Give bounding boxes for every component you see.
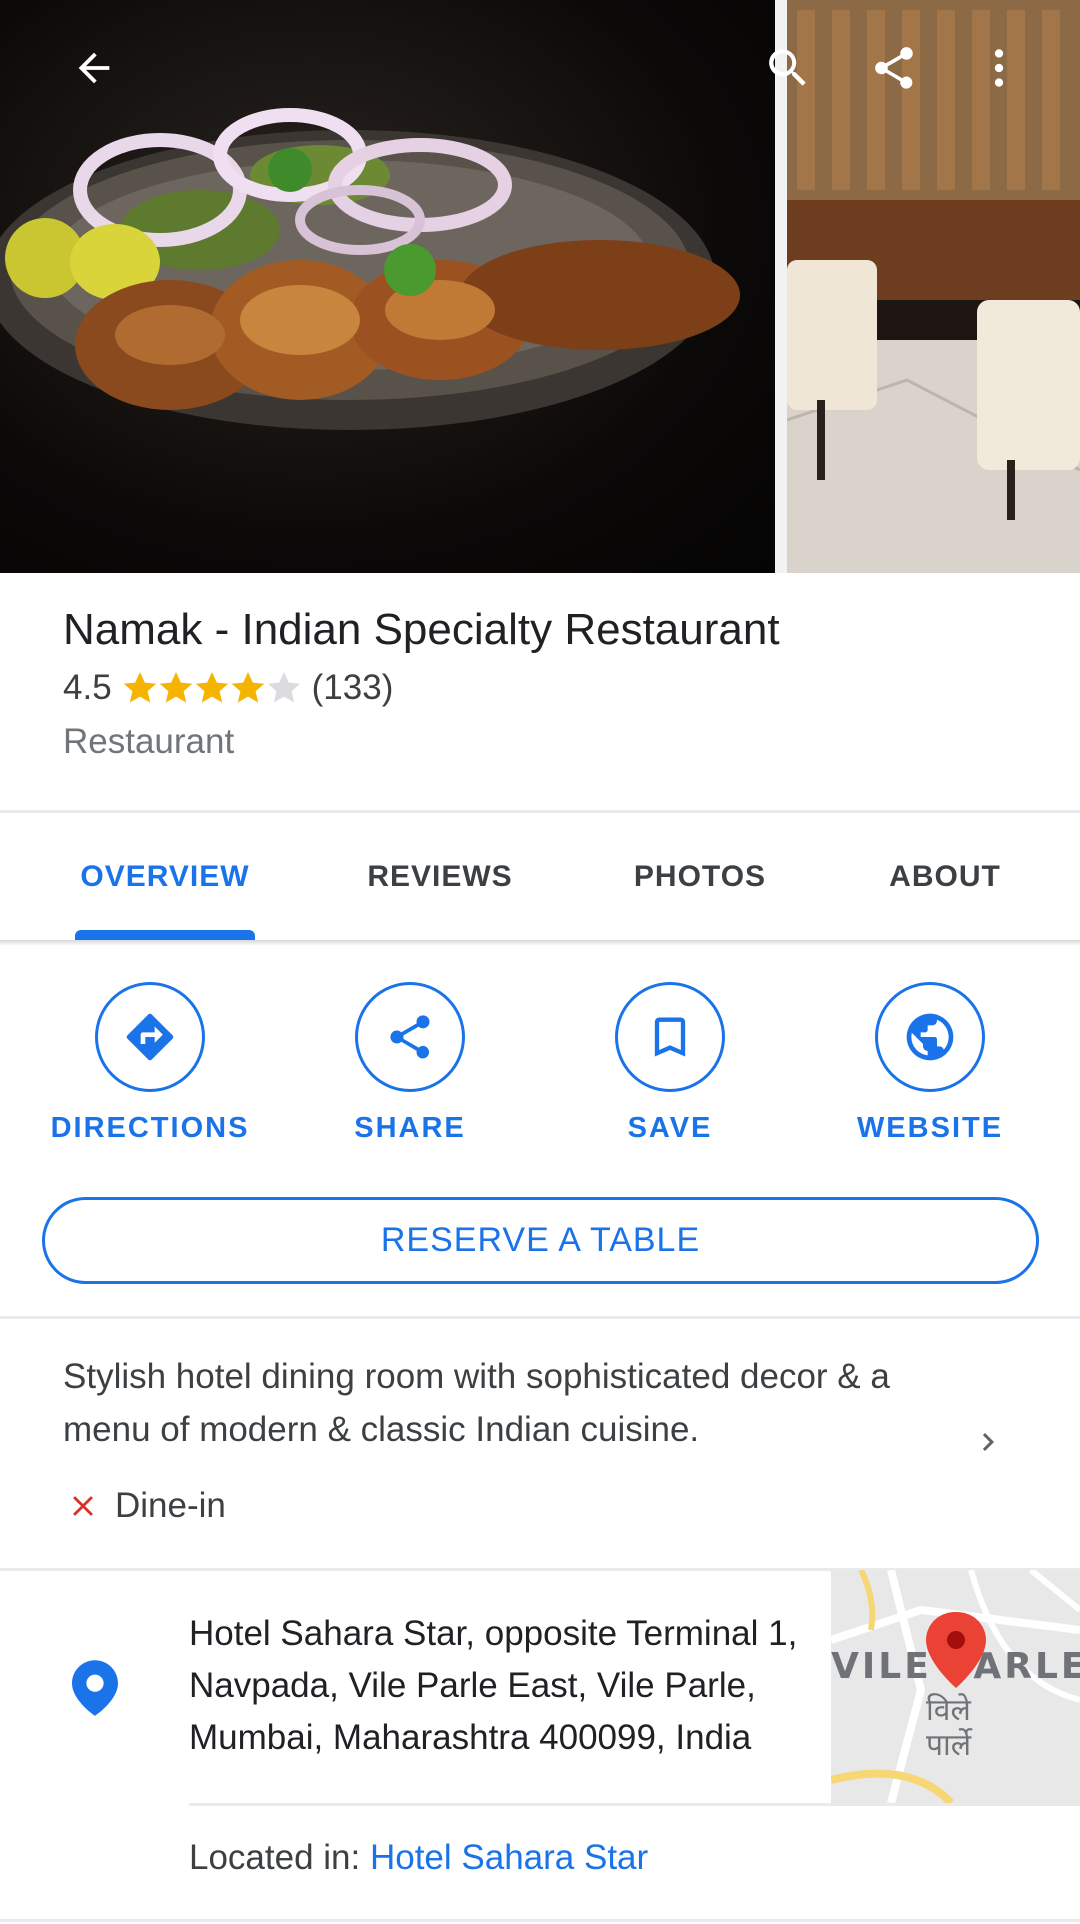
tab-bar-shadow bbox=[0, 940, 1080, 946]
star-rating bbox=[122, 670, 302, 706]
service-option-dine-in: Dine-in bbox=[63, 1486, 226, 1526]
website-label: WEBSITE bbox=[856, 1112, 1004, 1144]
save-label: SAVE bbox=[627, 1112, 713, 1144]
rating-value: 4.5 bbox=[63, 668, 112, 707]
address-divider bbox=[189, 1803, 1080, 1806]
location-pin-icon bbox=[72, 1660, 118, 1721]
directions-label: DIRECTIONS bbox=[50, 1112, 250, 1144]
reserve-table-button[interactable]: RESERVE A TABLE bbox=[42, 1197, 1039, 1284]
tab-about[interactable]: ABOUT bbox=[835, 813, 1055, 940]
service-option-label: Dine-in bbox=[115, 1486, 226, 1525]
map-label-devanagari-1: विले bbox=[926, 1693, 971, 1728]
place-category: Restaurant bbox=[63, 722, 235, 761]
share-label: SHARE bbox=[354, 1112, 466, 1144]
place-name: Namak - Indian Specialty Restaurant bbox=[63, 605, 780, 654]
divider bbox=[0, 1919, 1080, 1922]
share-icon[interactable] bbox=[866, 40, 922, 96]
located-in: Located in: Hotel Sahara Star bbox=[189, 1838, 648, 1878]
rating-row[interactable]: 4.5 (133) bbox=[63, 668, 393, 708]
active-tab-indicator bbox=[75, 930, 255, 940]
place-description[interactable]: Stylish hotel dining room with sophistic… bbox=[63, 1350, 943, 1456]
save-button[interactable]: SAVE bbox=[560, 982, 780, 1145]
tab-overview[interactable]: OVERVIEW bbox=[55, 813, 275, 940]
photo-gallery[interactable] bbox=[0, 0, 1080, 573]
website-button[interactable]: WEBSITE bbox=[820, 982, 1040, 1145]
tab-bar: OVERVIEW REVIEWS PHOTOS ABOUT bbox=[0, 813, 1080, 940]
back-icon[interactable] bbox=[66, 40, 122, 96]
share-button[interactable]: SHARE bbox=[300, 982, 520, 1145]
globe-icon bbox=[875, 982, 985, 1092]
directions-button[interactable]: DIRECTIONS bbox=[40, 982, 260, 1145]
map-thumbnail[interactable]: VILE PARLE विले पार्ले bbox=[831, 1570, 1080, 1803]
search-icon[interactable] bbox=[760, 40, 816, 96]
map-label-devanagari-2: पार्ले bbox=[926, 1728, 973, 1763]
review-count[interactable]: (133) bbox=[312, 668, 394, 708]
tab-photos[interactable]: PHOTOS bbox=[590, 813, 810, 940]
share-icon bbox=[355, 982, 465, 1092]
tab-reviews[interactable]: REVIEWS bbox=[330, 813, 550, 940]
divider bbox=[0, 1316, 1080, 1319]
directions-icon bbox=[95, 982, 205, 1092]
bookmark-icon bbox=[615, 982, 725, 1092]
unavailable-x-icon bbox=[63, 1489, 103, 1523]
interior-photo[interactable] bbox=[787, 0, 1080, 573]
place-address[interactable]: Hotel Sahara Star, opposite Terminal 1, … bbox=[189, 1608, 809, 1764]
more-options-icon[interactable] bbox=[971, 40, 1027, 96]
located-in-prefix: Located in: bbox=[189, 1838, 370, 1877]
chevron-right-icon[interactable] bbox=[970, 1420, 1006, 1469]
located-in-link[interactable]: Hotel Sahara Star bbox=[370, 1838, 648, 1877]
